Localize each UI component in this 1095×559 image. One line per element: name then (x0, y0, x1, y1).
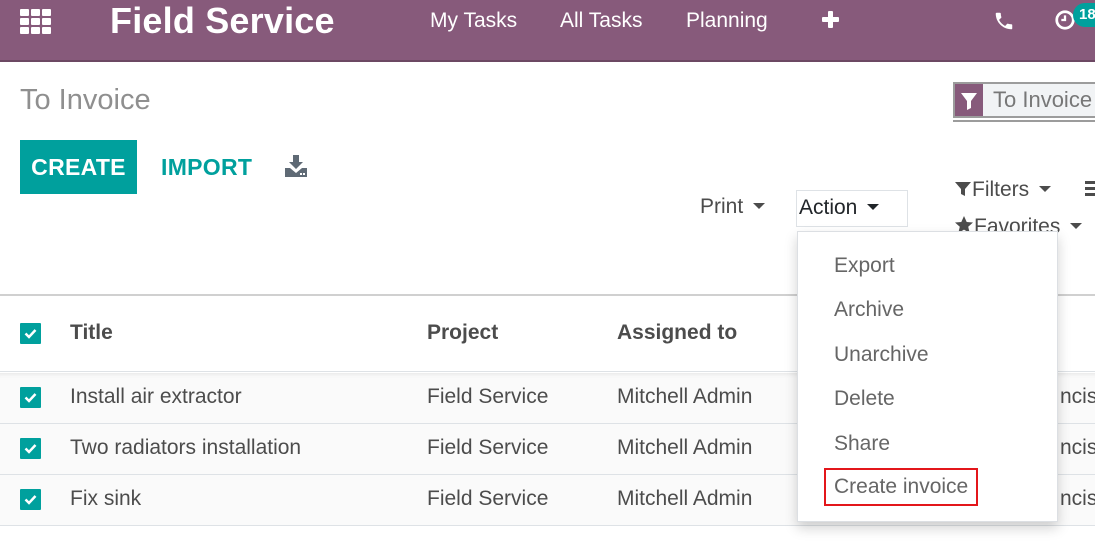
print-label: Print (700, 195, 744, 218)
cell-assigned-to: Mitchell Admin (617, 436, 753, 459)
app-title[interactable]: Field Service (110, 0, 335, 44)
nav-my-tasks[interactable]: My Tasks (430, 0, 517, 44)
download-icon[interactable] (284, 155, 308, 177)
cell-overflow: ncis (1060, 436, 1095, 459)
search-facet-label: To Invoice (993, 87, 1093, 112)
print-dropdown[interactable]: Print (700, 195, 766, 219)
nav-all-tasks[interactable]: All Tasks (560, 0, 642, 44)
caret-down-icon (867, 203, 880, 210)
breadcrumb: To Invoice (20, 84, 151, 116)
cell-title: Fix sink (70, 487, 142, 510)
import-button[interactable]: IMPORT (161, 140, 252, 194)
check-icon (24, 329, 37, 339)
cell-project: Field Service (427, 385, 549, 408)
cell-overflow: ncis (1060, 487, 1095, 510)
action-dropdown-menu: Export Archive Unarchive Delete Share Cr… (797, 231, 1058, 522)
select-all-checkbox[interactable] (20, 323, 41, 344)
cell-overflow: ncis (1060, 385, 1095, 408)
cell-assigned-to: Mitchell Admin (617, 487, 753, 510)
group-by-icon[interactable] (1085, 181, 1095, 197)
search-facet[interactable]: To Invoice (953, 82, 1095, 122)
caret-down-icon (753, 202, 766, 209)
menu-item-unarchive[interactable]: Unarchive (834, 343, 929, 367)
phone-icon[interactable] (993, 10, 1015, 32)
action-dropdown[interactable]: Action (796, 190, 908, 227)
top-navbar: Field Service My Tasks All Tasks Plannin… (0, 0, 1095, 62)
column-header-assigned-to[interactable]: Assigned to (617, 321, 737, 345)
menu-item-share[interactable]: Share (834, 432, 890, 456)
column-header-title[interactable]: Title (70, 321, 113, 345)
cell-title: Two radiators installation (70, 436, 302, 459)
plus-icon[interactable] (820, 9, 842, 31)
cell-title: Install air extractor (70, 385, 242, 408)
cell-project: Field Service (427, 487, 549, 510)
check-icon (24, 444, 37, 454)
cell-assigned-to: Mitchell Admin (617, 385, 753, 408)
filters-dropdown[interactable]: Filters (954, 178, 1052, 202)
filter-icon (955, 84, 983, 116)
activity-count-badge: 18 (1073, 3, 1095, 27)
action-label: Action (799, 196, 858, 219)
apps-grid-icon[interactable] (20, 7, 52, 34)
menu-item-archive[interactable]: Archive (834, 298, 904, 322)
caret-down-icon (1039, 185, 1052, 192)
caret-down-icon (1070, 222, 1083, 229)
check-icon (24, 393, 37, 403)
filter-icon (955, 182, 971, 196)
check-icon (24, 495, 37, 505)
nav-planning[interactable]: Planning (686, 0, 768, 44)
row-checkbox[interactable] (20, 438, 41, 459)
menu-item-create-invoice[interactable]: Create invoice (824, 468, 979, 506)
create-button[interactable]: CREATE (20, 140, 137, 194)
menu-item-delete[interactable]: Delete (834, 387, 895, 411)
column-header-project[interactable]: Project (427, 321, 498, 345)
menu-item-export[interactable]: Export (834, 254, 895, 278)
row-checkbox[interactable] (20, 387, 41, 408)
row-checkbox[interactable] (20, 489, 41, 510)
filters-label: Filters (972, 178, 1030, 201)
cell-project: Field Service (427, 436, 549, 459)
